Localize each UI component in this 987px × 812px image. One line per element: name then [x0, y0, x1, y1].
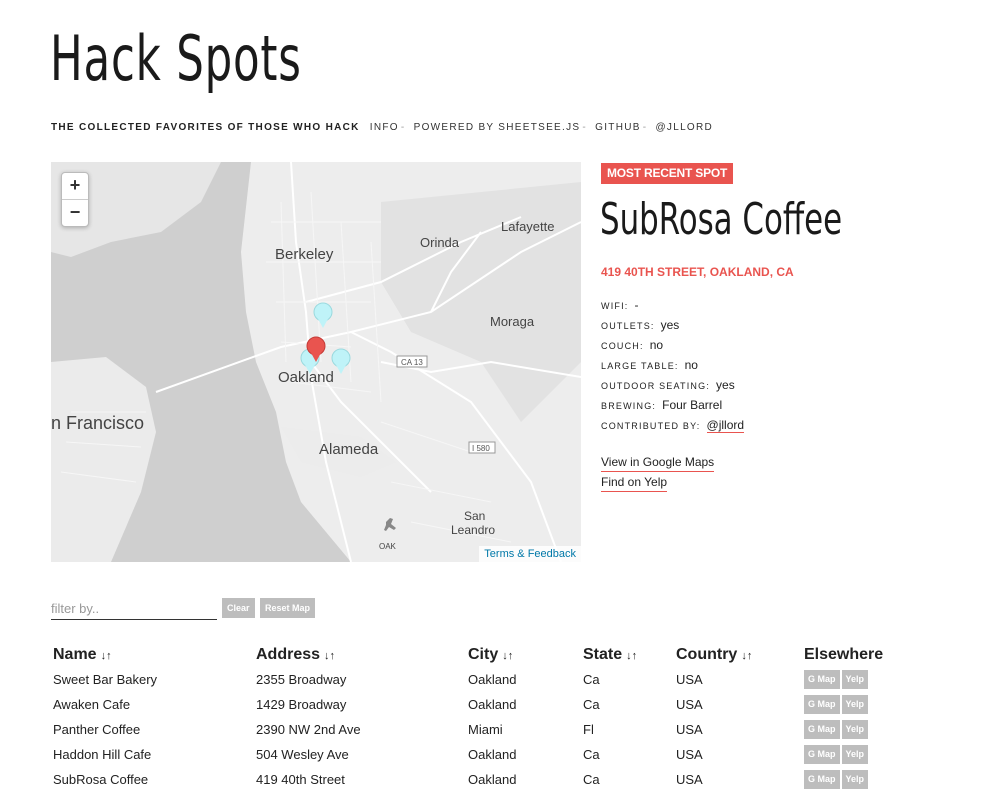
sort-icon: ↓↑: [626, 650, 638, 662]
column-header-country[interactable]: Country ↓↑: [674, 643, 802, 667]
zoom-in-button[interactable]: +: [62, 173, 88, 199]
clear-button[interactable]: Clear: [222, 598, 255, 618]
map-label-oak: OAK: [379, 542, 397, 551]
map-attribution-link[interactable]: Terms & Feedback: [479, 546, 581, 562]
contributor-link[interactable]: @jllord: [706, 418, 745, 433]
zoom-control: + −: [61, 172, 89, 227]
detail-large-table: LARGE TABLE: no: [601, 358, 698, 372]
page-title: Hack Spots: [50, 22, 302, 95]
google-maps-link[interactable]: View in Google Maps: [601, 454, 715, 472]
table-row[interactable]: Sweet Bar Bakery 2355 Broadway Oakland Ca US…: [51, 667, 902, 692]
nav-github-link[interactable]: GITHUB: [595, 122, 641, 133]
table-row[interactable]: Panther Coffee 2390 NW 2nd Ave Miami Fl USA …: [51, 717, 902, 742]
subnav: THE COLLECTED FAVORITES OF THOSE WHO HAC…: [51, 122, 714, 133]
detail-wifi: WIFI: -: [601, 298, 639, 312]
gmap-button[interactable]: G Map: [804, 720, 840, 739]
nav-info-link[interactable]: INFO: [370, 122, 399, 133]
table-row[interactable]: SubRosa Coffee 419 40th Street Oakland Ca US…: [51, 767, 902, 792]
filter-input[interactable]: [51, 597, 217, 620]
column-header-name[interactable]: Name ↓↑: [51, 643, 254, 667]
external-links: View in Google Maps Find on Yelp: [601, 454, 715, 494]
map-label-san: San: [464, 509, 485, 523]
detail-brewing: BREWING: Four Barrel: [601, 398, 723, 412]
table-row[interactable]: Haddon Hill Cafe 504 Wesley Ave Oakland Ca U…: [51, 742, 902, 767]
spots-table: Name ↓↑ Address ↓↑ City ↓↑ State ↓↑ Country ↓…: [51, 643, 902, 792]
map-label-berkeley: Berkeley: [275, 246, 334, 263]
sort-icon: ↓↑: [100, 650, 112, 662]
table-row[interactable]: Awaken Cafe 1429 Broadway Oakland Ca USA G M…: [51, 692, 902, 717]
most-recent-badge: MOST RECENT SPOT: [601, 163, 734, 184]
detail-outdoor-seating: OUTDOOR SEATING: yes: [601, 378, 735, 392]
column-header-elsewhere: Elsewhere: [804, 646, 884, 663]
map-label-orinda: Orinda: [420, 235, 460, 250]
map[interactable]: Berkeley Orinda Lafayette Moraga Oakland…: [51, 162, 581, 562]
map-label-leandro: Leandro: [451, 523, 495, 537]
tagline: THE COLLECTED FAVORITES OF THOSE WHO HAC…: [51, 122, 360, 133]
sort-icon: ↓↑: [741, 650, 753, 662]
yelp-button[interactable]: Yelp: [841, 745, 869, 764]
map-shield-ca13: CA 13: [401, 358, 423, 367]
nav-sheetsee-link[interactable]: POWERED BY SHEETSEE.JS: [414, 122, 581, 133]
map-tiles[interactable]: Berkeley Orinda Lafayette Moraga Oakland…: [51, 162, 581, 562]
yelp-link[interactable]: Find on Yelp: [601, 474, 668, 492]
gmap-button[interactable]: G Map: [804, 745, 840, 764]
yelp-button[interactable]: Yelp: [841, 670, 869, 689]
map-label-sf: n Francisco: [51, 413, 144, 433]
sort-icon: ↓↑: [502, 650, 514, 662]
detail-couch: COUCH: no: [601, 338, 664, 352]
sort-icon: ↓↑: [324, 650, 336, 662]
column-header-city[interactable]: City ↓↑: [466, 643, 581, 667]
nav-jllord-link[interactable]: @JLLORD: [655, 122, 713, 133]
map-label-oakland: Oakland: [278, 369, 334, 386]
gmap-button[interactable]: G Map: [804, 670, 840, 689]
gmap-button[interactable]: G Map: [804, 695, 840, 714]
yelp-button[interactable]: Yelp: [841, 695, 869, 714]
map-label-lafayette: Lafayette: [501, 219, 555, 234]
zoom-out-button[interactable]: −: [62, 199, 88, 226]
spot-address: 419 40TH STREET, OAKLAND, CA: [601, 265, 794, 279]
spot-details: WIFI: - OUTLETS: yes COUCH: no LARGE TABLE:…: [601, 298, 745, 438]
column-header-address[interactable]: Address ↓↑: [254, 643, 466, 667]
reset-map-button[interactable]: Reset Map: [260, 598, 316, 618]
map-label-moraga: Moraga: [490, 314, 535, 329]
yelp-button[interactable]: Yelp: [841, 770, 869, 789]
spot-name: SubRosa Coffee: [600, 194, 843, 245]
yelp-button[interactable]: Yelp: [841, 720, 869, 739]
column-header-state[interactable]: State ↓↑: [581, 643, 674, 667]
map-label-alameda: Alameda: [319, 441, 379, 458]
detail-outlets: OUTLETS: yes: [601, 318, 680, 332]
map-shield-i580: I 580: [472, 444, 490, 453]
gmap-button[interactable]: G Map: [804, 770, 840, 789]
detail-contributed-by: CONTRIBUTED BY: @jllord: [601, 418, 745, 433]
table-header-row: Name ↓↑ Address ↓↑ City ↓↑ State ↓↑ Country ↓…: [51, 643, 902, 667]
